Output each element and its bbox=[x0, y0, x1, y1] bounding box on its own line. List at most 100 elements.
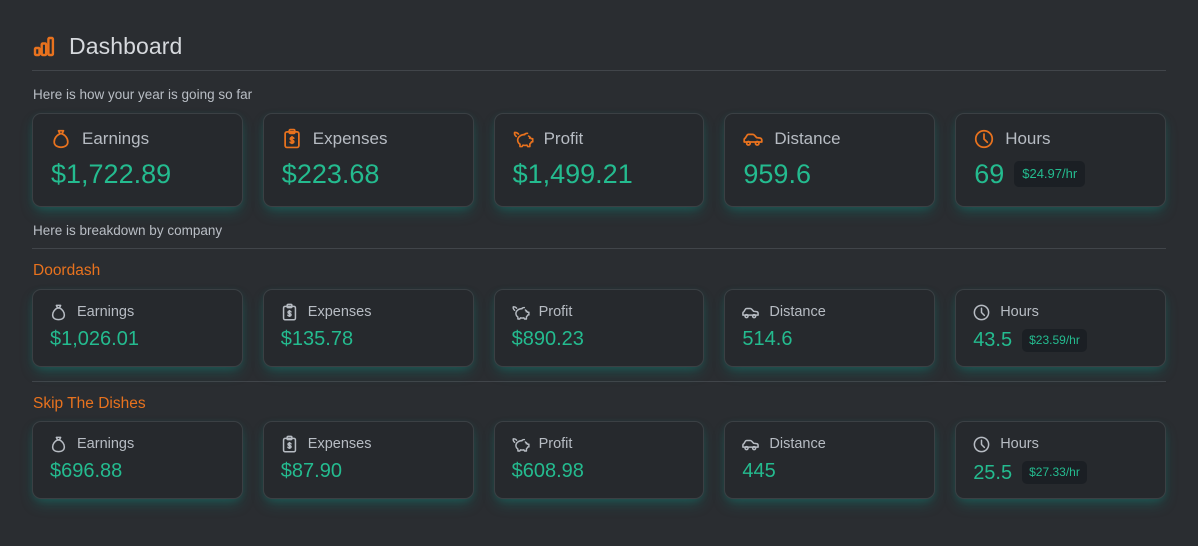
stat-card-header: Earnings bbox=[49, 303, 227, 322]
stat-card-value-line: $87.90 bbox=[280, 454, 458, 481]
stat-card-header: Profit bbox=[512, 128, 688, 150]
stat-card-value-line: $1,499.21 bbox=[512, 150, 688, 188]
stat-card-header: Hours bbox=[972, 435, 1150, 454]
clipboard-dollar-icon bbox=[280, 435, 299, 454]
stat-card-label: Hours bbox=[1000, 436, 1039, 453]
money-bag-icon bbox=[49, 303, 68, 322]
clipboard-dollar-icon bbox=[280, 303, 299, 322]
stat-card-header: Expenses bbox=[280, 303, 458, 322]
stat-card-value-line: 959.6 bbox=[742, 150, 918, 188]
stat-card-earnings[interactable]: Earnings $1,722.89 bbox=[32, 112, 243, 207]
stat-card-header: Expenses bbox=[280, 435, 458, 454]
stat-card-value: $1,026.01 bbox=[50, 327, 139, 350]
stat-card-expenses[interactable]: Expenses $223.68 bbox=[262, 112, 474, 207]
stat-card-value: $1,499.21 bbox=[512, 158, 633, 189]
clock-icon bbox=[973, 128, 995, 150]
stat-card-value-line: $608.98 bbox=[511, 454, 689, 481]
stat-card-label: Profit bbox=[538, 303, 573, 320]
stat-card-value-line: 445 bbox=[741, 454, 919, 481]
stat-card-profit[interactable]: Profit $890.23 bbox=[493, 288, 705, 367]
stat-card-value-line: $135.78 bbox=[280, 322, 458, 349]
money-bag-icon bbox=[50, 128, 72, 150]
stat-card-header: Expenses bbox=[281, 128, 457, 150]
stat-card-expenses[interactable]: Expenses $87.90 bbox=[262, 421, 474, 499]
stat-card-value-line: $1,722.89 bbox=[50, 150, 226, 188]
stat-card-value: $1,722.89 bbox=[51, 158, 172, 189]
stat-card-value-line: $223.68 bbox=[281, 150, 457, 188]
stat-card-profit[interactable]: Profit $1,499.21 bbox=[493, 112, 705, 207]
stat-card-value-line: 43.5 $23.59/hr bbox=[972, 322, 1150, 352]
stat-card-row-totals: Earnings $1,722.89 Expenses $223.68 Prof… bbox=[32, 112, 1166, 207]
bar-chart-icon bbox=[32, 34, 56, 58]
stat-card-value: $696.88 bbox=[50, 460, 123, 482]
stat-card-value-line: $890.23 bbox=[511, 322, 689, 349]
clock-icon bbox=[972, 303, 991, 322]
stat-card-value: $890.23 bbox=[511, 327, 584, 350]
stat-card-value-line: $696.88 bbox=[49, 454, 227, 481]
stat-card-value: $223.68 bbox=[281, 158, 380, 189]
stat-card-value-line: $1,026.01 bbox=[49, 322, 227, 349]
stat-card-label: Hours bbox=[1005, 129, 1051, 148]
stat-card-header: Distance bbox=[741, 435, 919, 454]
stat-card-label: Profit bbox=[538, 436, 573, 453]
company-title-doordash: Doordash bbox=[33, 262, 101, 279]
hourly-rate-badge: $23.59/hr bbox=[1022, 328, 1087, 352]
stat-card-profit[interactable]: Profit $608.98 bbox=[493, 421, 705, 499]
stat-card-hours[interactable]: Hours 43.5 $23.59/hr bbox=[955, 288, 1166, 367]
stat-card-row-skip-the-dishes: Earnings $696.88 Expenses $87.90 Profit … bbox=[32, 421, 1166, 499]
stat-card-header: Earnings bbox=[50, 128, 226, 150]
stat-card-hours[interactable]: Hours 25.5 $27.33/hr bbox=[955, 421, 1166, 499]
stat-card-value: $87.90 bbox=[280, 460, 342, 482]
stat-card-value: 69 bbox=[974, 158, 1005, 189]
stat-card-value-line: 25.5 $27.33/hr bbox=[972, 454, 1150, 484]
stat-card-value: 25.5 bbox=[973, 461, 1013, 484]
stat-card-distance[interactable]: Distance 445 bbox=[724, 421, 936, 499]
car-icon bbox=[741, 435, 760, 454]
stat-card-hours[interactable]: Hours 69 $24.97/hr bbox=[955, 112, 1166, 207]
dashboard-page: Dashboard Here is how your year is going… bbox=[0, 0, 1198, 546]
car-icon bbox=[742, 128, 764, 150]
stat-card-value: $135.78 bbox=[280, 327, 354, 350]
clock-icon bbox=[972, 435, 991, 454]
stat-card-header: Distance bbox=[741, 303, 919, 322]
stat-card-value-line: 69 $24.97/hr bbox=[973, 150, 1149, 188]
stat-card-earnings[interactable]: Earnings $1,026.01 bbox=[32, 288, 243, 367]
stat-card-label: Hours bbox=[1000, 303, 1039, 320]
stat-card-value: 959.6 bbox=[743, 158, 811, 189]
stat-card-label: Earnings bbox=[77, 303, 135, 320]
stat-card-label: Earnings bbox=[82, 129, 150, 148]
stat-card-earnings[interactable]: Earnings $696.88 bbox=[32, 421, 243, 499]
stat-card-header: Profit bbox=[511, 435, 689, 454]
stat-card-value-line: 514.6 bbox=[741, 322, 919, 349]
section-caption-year: Here is how your year is going so far bbox=[33, 87, 253, 102]
hourly-rate-badge: $27.33/hr bbox=[1022, 461, 1087, 484]
stat-card-header: Profit bbox=[511, 303, 689, 322]
car-icon bbox=[741, 303, 760, 322]
page-header: Dashboard bbox=[32, 0, 1166, 70]
stat-card-distance[interactable]: Distance 514.6 bbox=[724, 288, 936, 367]
money-bag-icon bbox=[49, 435, 68, 454]
stat-card-label: Expenses bbox=[312, 129, 388, 148]
stat-card-value: 43.5 bbox=[973, 329, 1013, 351]
page-title: Dashboard bbox=[69, 32, 183, 59]
clipboard-dollar-icon bbox=[281, 128, 303, 150]
stat-card-header: Earnings bbox=[49, 435, 227, 454]
stat-card-header: Distance bbox=[742, 128, 918, 150]
stat-card-value: $608.98 bbox=[511, 460, 584, 482]
stat-card-label: Distance bbox=[769, 303, 826, 320]
stat-card-label: Expenses bbox=[307, 303, 372, 320]
stat-card-distance[interactable]: Distance 959.6 bbox=[724, 112, 936, 207]
stat-card-label: Profit bbox=[543, 129, 584, 148]
stat-card-value: 514.6 bbox=[742, 327, 793, 350]
stat-card-header: Hours bbox=[972, 303, 1150, 322]
hourly-rate-badge: $24.97/hr bbox=[1014, 161, 1086, 187]
stat-card-label: Distance bbox=[769, 436, 826, 453]
company-title-skip-the-dishes: Skip The Dishes bbox=[33, 394, 146, 412]
piggy-bank-icon bbox=[511, 435, 530, 454]
piggy-bank-icon bbox=[512, 128, 534, 150]
piggy-bank-icon bbox=[511, 303, 530, 322]
stat-card-row-doordash: Earnings $1,026.01 Expenses $135.78 Prof… bbox=[32, 288, 1166, 367]
stat-card-value: 445 bbox=[742, 460, 776, 482]
stat-card-expenses[interactable]: Expenses $135.78 bbox=[262, 288, 474, 367]
